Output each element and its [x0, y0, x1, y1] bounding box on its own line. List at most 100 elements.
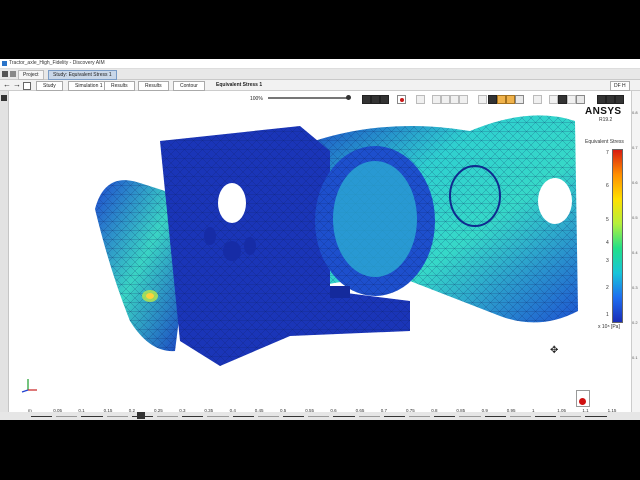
- ruler-tick-label: 0.2: [128, 408, 136, 413]
- stop-icon[interactable]: [371, 95, 380, 104]
- zoom-fit-icon[interactable]: [597, 95, 606, 104]
- more-icon[interactable]: [615, 95, 624, 104]
- save-icon[interactable]: [10, 71, 16, 77]
- display-icon-3[interactable]: [506, 95, 515, 104]
- fullscreen-icon[interactable]: [606, 95, 615, 104]
- ruler-tick-label: 0.75: [406, 408, 415, 413]
- home-icon[interactable]: [23, 82, 31, 90]
- render-icon[interactable]: [558, 95, 567, 104]
- filter-icon[interactable]: [533, 95, 542, 104]
- ruler-segment: [232, 416, 254, 417]
- ruler-segment: [131, 416, 153, 417]
- ruler-segment: [409, 416, 431, 417]
- ruler-tick-label: 0.85: [456, 408, 466, 413]
- edit-icon[interactable]: [416, 95, 425, 104]
- legend-unit: x 10⁸ [Pa]: [598, 324, 620, 330]
- tab-study[interactable]: Study: Equivalent Stress 1: [48, 70, 117, 80]
- ruler-segment: [31, 416, 53, 417]
- ruler-segment: [535, 416, 557, 417]
- legend-tick: 4: [606, 240, 609, 246]
- ruler-tick-label: 0.55: [305, 408, 314, 413]
- breadcrumb-results-2[interactable]: Results: [138, 81, 169, 91]
- ruler-segment: [157, 416, 179, 417]
- ruler-segment: [333, 416, 355, 417]
- right-strip-label: 0.7: [632, 145, 638, 150]
- ruler-tick-label: 0.8: [431, 408, 438, 413]
- right-strip-label: 0.6: [632, 180, 638, 185]
- breadcrumb-results[interactable]: Results: [104, 81, 135, 91]
- graphics-viewport[interactable]: [0, 91, 640, 412]
- ruler-segment: [308, 416, 330, 417]
- zoom-level: 100%: [250, 96, 263, 102]
- display-icon-2[interactable]: [497, 95, 506, 104]
- legend-tick: 3: [606, 258, 609, 264]
- right-strip-label: 0.1: [632, 355, 638, 360]
- menu-icon[interactable]: [2, 71, 8, 77]
- ruler-segment: [56, 416, 78, 417]
- version-label: R19.2: [599, 117, 613, 123]
- ruler-tick-label: 0.95: [506, 408, 516, 413]
- right-strip-label: 0.4: [632, 250, 638, 255]
- legend-title: Equivalent Stress: [585, 139, 624, 145]
- timeline-slider-track[interactable]: [268, 97, 350, 99]
- ruler-tick-label: 0.45: [254, 408, 264, 413]
- ruler-tick-label: 0.7: [380, 408, 388, 413]
- select-icon[interactable]: [478, 95, 487, 104]
- ruler-tick-label: 1.05: [557, 408, 566, 413]
- ruler-segment: [182, 416, 204, 417]
- ruler-tick-label: 0.9: [481, 408, 488, 413]
- record-icon[interactable]: [397, 95, 406, 104]
- ruler-segment: [257, 416, 279, 417]
- app-logo-icon: [2, 61, 7, 66]
- ruler-tick-label: 0.4: [229, 408, 236, 413]
- breadcrumb-contour[interactable]: Contour: [173, 81, 205, 91]
- forward-arrow-icon[interactable]: →: [13, 81, 21, 89]
- back-arrow-icon[interactable]: ←: [3, 81, 11, 89]
- ruler-tick-label: 0.6: [330, 408, 337, 413]
- tab-bar: Project Study: Equivalent Stress 1: [0, 69, 640, 80]
- ruler-segment: [358, 416, 380, 417]
- right-strip-label: 0.2: [632, 320, 638, 325]
- camera-icon[interactable]: [567, 95, 576, 104]
- ruler-tick-label: 0.05: [53, 408, 62, 413]
- display-options-dropdown[interactable]: DF H: [610, 81, 630, 91]
- ruler-segment: [383, 416, 405, 417]
- ruler-tick-label: 0.65: [355, 408, 365, 413]
- timeline-slider-handle[interactable]: [346, 95, 351, 100]
- right-strip-label: 0.3: [632, 285, 638, 290]
- ruler-tick-label: 1.1: [582, 408, 589, 413]
- left-panel-collapse-strip[interactable]: [0, 91, 9, 412]
- navigation-bar: ← → Study Simulation 1 Results Results C…: [0, 80, 640, 91]
- window-title-bar: Tractor_axle_High_Fidelity - Discovery A…: [0, 59, 640, 69]
- ruler-tick-label: m: [28, 408, 32, 413]
- stress-contour-model[interactable]: [0, 91, 640, 412]
- ruler-tick-label: 0.25: [154, 408, 163, 413]
- step-icon[interactable]: [380, 95, 389, 104]
- breadcrumb-study[interactable]: Study: [36, 81, 63, 91]
- tab-project[interactable]: Project: [18, 70, 44, 80]
- legend-tick: 6: [606, 183, 609, 189]
- window-title: Tractor_axle_High_Fidelity - Discovery A…: [9, 60, 105, 66]
- display-icon-4[interactable]: [515, 95, 524, 104]
- legend-tick: 5: [606, 217, 609, 223]
- view-icon-2[interactable]: [441, 95, 450, 104]
- view-icon-3[interactable]: [450, 95, 459, 104]
- ruler-segment: [484, 416, 506, 417]
- mesh-icon[interactable]: [549, 95, 558, 104]
- view-icon-4[interactable]: [459, 95, 468, 104]
- ruler-segment: [207, 416, 229, 417]
- display-icon-1[interactable]: [488, 95, 497, 104]
- scale-ruler: [22, 402, 632, 410]
- play-icon[interactable]: [362, 95, 371, 104]
- axis-triad-icon: [21, 379, 37, 393]
- ruler-segment: [434, 416, 456, 417]
- ruler-tick-label: 1.15: [607, 408, 617, 413]
- ruler-segment: [509, 416, 531, 417]
- light-icon[interactable]: [576, 95, 585, 104]
- legend-colorbar[interactable]: [612, 149, 623, 323]
- ruler-segment: [560, 416, 582, 417]
- expand-panel-icon[interactable]: [1, 95, 7, 101]
- view-icon-1[interactable]: [432, 95, 441, 104]
- breadcrumb-equivalent-stress: Equivalent Stress 1: [216, 82, 263, 88]
- ruler-tick-label: 0.35: [204, 408, 214, 413]
